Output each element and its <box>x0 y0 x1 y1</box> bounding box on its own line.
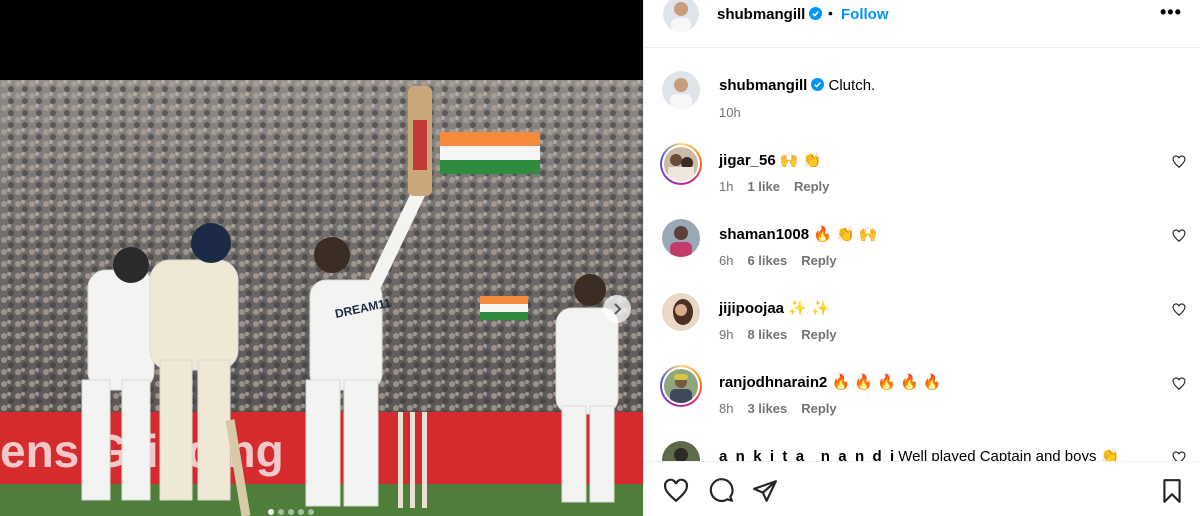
comment-meta: 9h 8 likes Reply <box>719 327 851 342</box>
comment-item: jijipoojaa ✨ ✨ 9h 8 likes Reply <box>644 293 1200 367</box>
heart-icon[interactable] <box>1172 303 1186 317</box>
author-username[interactable]: shubmangill <box>717 6 805 23</box>
caption-meta: 10h <box>719 105 755 120</box>
author-username-wrap[interactable]: shubmangill <box>717 6 823 23</box>
post-caption: shubmangill Clutch. 10h <box>644 71 1200 145</box>
comment-time: 9h <box>719 327 734 342</box>
comment-time: 6h <box>719 253 734 268</box>
comment-likes[interactable]: 1 like <box>747 179 780 194</box>
comment-item: ranjodhnarain2 🔥 🔥 🔥 🔥 🔥 8h 3 likes Reply <box>644 365 1200 441</box>
follow-button[interactable]: Follow <box>841 6 889 23</box>
commenter-avatar[interactable] <box>662 219 700 257</box>
heart-icon[interactable] <box>663 478 689 504</box>
heart-icon[interactable] <box>1172 229 1186 243</box>
comment-text: 🙌 👏 <box>779 152 822 169</box>
verified-badge-icon <box>811 78 825 91</box>
commenter-avatar[interactable] <box>664 369 698 403</box>
reply-button[interactable]: Reply <box>794 179 829 194</box>
post-side-panel: shubmangill • Follow ••• shubmangill Clu… <box>643 0 1200 516</box>
caption-text: Clutch. <box>828 77 876 94</box>
send-icon[interactable] <box>752 478 778 504</box>
post-media: ens Grinding <box>0 0 643 516</box>
heart-icon[interactable] <box>1172 155 1186 169</box>
comment-likes[interactable]: 6 likes <box>747 253 787 268</box>
comment-likes[interactable]: 3 likes <box>747 401 787 416</box>
comment-username[interactable]: jijipoojaa <box>719 300 784 317</box>
comment-item: a_n_k_i_t_a__n_a_n_d_i Well played Capta… <box>644 441 1200 461</box>
comment-line: shaman1008 🔥 👏 🙌 <box>719 225 878 243</box>
author-avatar[interactable] <box>663 0 699 32</box>
comment-meta: 1h 1 like Reply <box>719 179 843 194</box>
post-header: shubmangill • Follow ••• <box>644 0 1200 48</box>
reply-button[interactable]: Reply <box>801 401 836 416</box>
author-avatar[interactable] <box>662 71 700 109</box>
comment-text: Well played Captain and boys 👏 <box>898 448 1120 461</box>
commenter-avatar[interactable] <box>662 293 700 331</box>
comment-line: jigar_56 🙌 👏 <box>719 151 821 169</box>
reply-button[interactable]: Reply <box>801 253 836 268</box>
commenter-avatar[interactable] <box>664 147 698 181</box>
comment-item: shaman1008 🔥 👏 🙌 6h 6 likes Reply <box>644 219 1200 293</box>
comment-meta: 8h 3 likes Reply <box>719 401 851 416</box>
comment-item: jigar_56 🙌 👏 1h 1 like Reply <box>644 143 1200 219</box>
story-ring[interactable] <box>660 365 702 407</box>
carousel-dot <box>268 509 274 515</box>
comment-line: jijipoojaa ✨ ✨ <box>719 299 830 317</box>
comment-text: 🔥 👏 🙌 <box>813 226 878 243</box>
carousel-dot <box>308 509 314 515</box>
carousel-dot <box>298 509 304 515</box>
caption-line: shubmangill Clutch. <box>719 77 875 94</box>
cricket-photo: ens Grinding <box>0 80 643 516</box>
caption-time: 10h <box>719 105 741 120</box>
carousel-dots <box>268 509 314 515</box>
comment-username[interactable]: shaman1008 <box>719 226 809 243</box>
verified-badge-icon <box>809 7 823 20</box>
comment-time: 1h <box>719 179 734 194</box>
heart-icon[interactable] <box>1172 377 1186 391</box>
more-options-button[interactable]: ••• <box>1160 2 1182 23</box>
comment-text: ✨ ✨ <box>788 300 830 317</box>
comment-line: a_n_k_i_t_a__n_a_n_d_i Well played Capta… <box>719 447 1119 461</box>
post-photo[interactable]: ens Grinding <box>0 80 643 516</box>
story-ring[interactable] <box>660 143 702 185</box>
chevron-right-icon <box>614 303 622 315</box>
comment-username[interactable]: a_n_k_i_t_a__n_a_n_d_i <box>719 448 894 461</box>
reply-button[interactable]: Reply <box>801 327 836 342</box>
comment-text: 🔥 🔥 🔥 🔥 🔥 <box>831 374 942 391</box>
bookmark-icon[interactable] <box>1159 478 1185 504</box>
comment-meta: 6h 6 likes Reply <box>719 253 851 268</box>
commenter-avatar[interactable] <box>662 441 700 461</box>
heart-icon[interactable] <box>1172 451 1186 461</box>
post-actions-bar <box>644 461 1200 516</box>
caption-username[interactable]: shubmangill <box>719 77 807 94</box>
header-separator: • <box>828 5 833 21</box>
carousel-dot <box>288 509 294 515</box>
carousel-dot <box>278 509 284 515</box>
comments-list[interactable]: shubmangill Clutch. 10h jigar_56 🙌 👏 1h 1… <box>644 49 1200 461</box>
comment-time: 8h <box>719 401 734 416</box>
comment-username[interactable]: jigar_56 <box>719 152 776 169</box>
comment-line: ranjodhnarain2 🔥 🔥 🔥 🔥 🔥 <box>719 373 942 391</box>
next-slide-button[interactable] <box>603 295 631 323</box>
comment-icon[interactable] <box>708 478 734 504</box>
comment-likes[interactable]: 8 likes <box>747 327 787 342</box>
comment-username[interactable]: ranjodhnarain2 <box>719 374 827 391</box>
